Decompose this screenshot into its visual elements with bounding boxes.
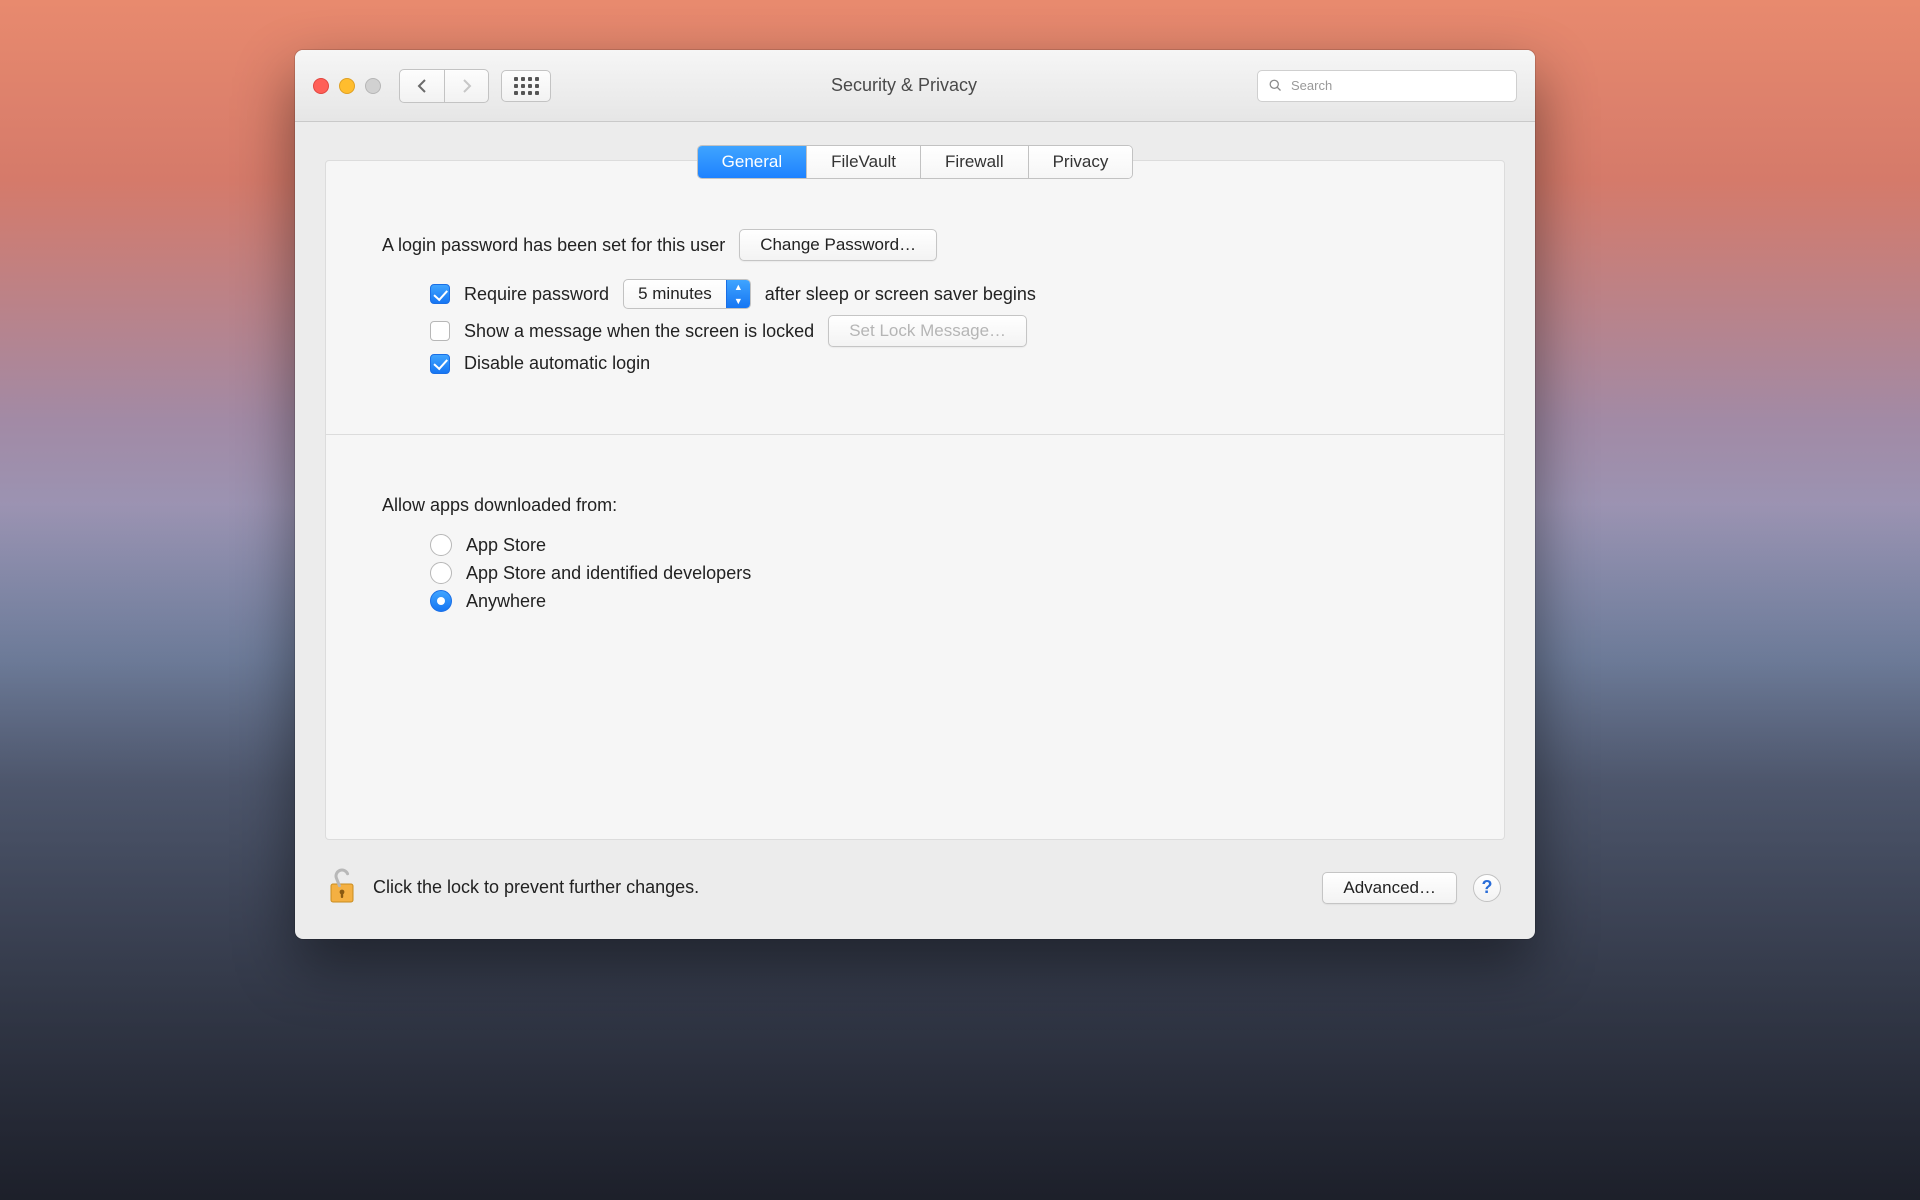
grid-icon — [514, 77, 539, 95]
advanced-button[interactable]: Advanced… — [1322, 872, 1457, 904]
radio-label: Anywhere — [466, 591, 546, 612]
radio-anywhere[interactable] — [430, 590, 452, 612]
require-password-label: Require password — [464, 284, 609, 305]
gatekeeper-option-identified: App Store and identified developers — [430, 562, 1448, 584]
close-window-button[interactable] — [313, 78, 329, 94]
tab-filevault[interactable]: FileVault — [806, 146, 920, 178]
button-label: Advanced… — [1343, 878, 1436, 897]
nav-history-buttons — [399, 69, 489, 103]
zoom-window-button — [365, 78, 381, 94]
window-title: Security & Privacy — [563, 75, 1245, 96]
section-divider — [326, 434, 1504, 435]
footer: Click the lock to prevent further change… — [295, 840, 1535, 939]
login-section: A login password has been set for this u… — [382, 229, 1448, 374]
radio-label: App Store — [466, 535, 546, 556]
unlocked-lock-icon — [325, 866, 357, 906]
back-button[interactable] — [400, 70, 444, 102]
tab-label: Privacy — [1053, 152, 1109, 171]
gatekeeper-section: Allow apps downloaded from: App Store Ap… — [382, 495, 1448, 612]
tab-label: Firewall — [945, 152, 1004, 171]
tab-general[interactable]: General — [698, 146, 806, 178]
require-password-checkbox[interactable] — [430, 284, 450, 304]
lock-hint-text: Click the lock to prevent further change… — [373, 877, 699, 898]
minimize-window-button[interactable] — [339, 78, 355, 94]
gatekeeper-option-appstore: App Store — [430, 534, 1448, 556]
disable-autologin-row: Disable automatic login — [430, 353, 1448, 374]
tab-label: General — [722, 152, 782, 171]
main-panel: General FileVault Firewall Privacy A log… — [325, 160, 1505, 840]
search-icon — [1268, 78, 1283, 93]
gatekeeper-option-anywhere: Anywhere — [430, 590, 1448, 612]
tab-firewall[interactable]: Firewall — [920, 146, 1028, 178]
radio-appstore[interactable] — [430, 534, 452, 556]
button-label: Change Password… — [760, 235, 916, 254]
tab-bar: General FileVault Firewall Privacy — [697, 145, 1134, 179]
content-area: General FileVault Firewall Privacy A log… — [295, 122, 1535, 840]
show-message-row: Show a message when the screen is locked… — [430, 315, 1448, 347]
gatekeeper-heading: Allow apps downloaded from: — [382, 495, 1448, 516]
titlebar: Security & Privacy Search — [295, 50, 1535, 122]
disable-autologin-checkbox[interactable] — [430, 354, 450, 374]
change-password-button[interactable]: Change Password… — [739, 229, 937, 261]
require-password-delay-select[interactable]: 5 minutes ▲▼ — [623, 279, 751, 309]
radio-label: App Store and identified developers — [466, 563, 751, 584]
after-sleep-text: after sleep or screen saver begins — [765, 284, 1036, 305]
disable-autologin-label: Disable automatic login — [464, 353, 650, 374]
tab-label: FileVault — [831, 152, 896, 171]
select-value: 5 minutes — [624, 284, 726, 304]
forward-button — [444, 70, 488, 102]
password-set-text: A login password has been set for this u… — [382, 235, 725, 256]
help-button[interactable]: ? — [1473, 874, 1501, 902]
search-field[interactable]: Search — [1257, 70, 1517, 102]
preferences-window: Security & Privacy Search General FileVa… — [295, 50, 1535, 939]
radio-identified-developers[interactable] — [430, 562, 452, 584]
window-controls — [313, 78, 381, 94]
show-message-label: Show a message when the screen is locked — [464, 321, 814, 342]
show-all-button[interactable] — [501, 70, 551, 102]
tab-privacy[interactable]: Privacy — [1028, 146, 1133, 178]
lock-button[interactable] — [325, 866, 357, 909]
button-label: Set Lock Message… — [849, 321, 1006, 340]
show-message-checkbox[interactable] — [430, 321, 450, 341]
set-lock-message-button: Set Lock Message… — [828, 315, 1027, 347]
stepper-icon: ▲▼ — [726, 280, 750, 308]
search-placeholder: Search — [1291, 78, 1332, 93]
require-password-row: Require password 5 minutes ▲▼ after slee… — [430, 279, 1448, 309]
